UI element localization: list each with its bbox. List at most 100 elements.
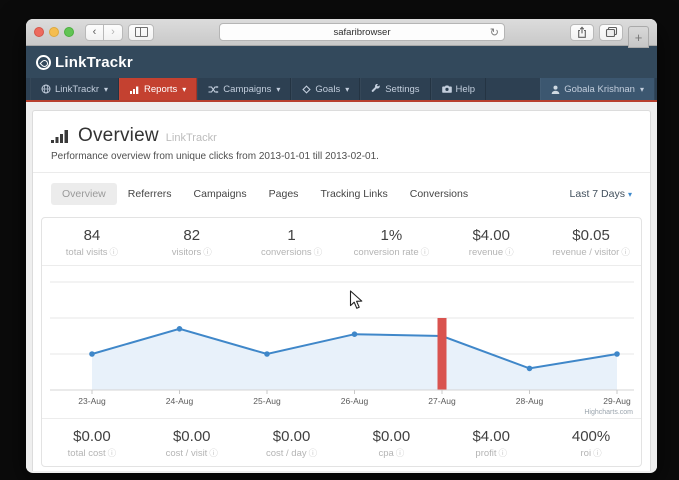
data-point-24-Aug[interactable] <box>177 326 183 332</box>
info-icon[interactable]: ⓘ <box>621 248 630 257</box>
report-tabs: OverviewReferrersCampaignsPagesTracking … <box>33 173 650 213</box>
info-icon[interactable]: ⓘ <box>421 248 430 257</box>
reload-icon[interactable]: ↻ <box>490 26 499 39</box>
nav-item-label: LinkTrackr <box>55 84 99 95</box>
clicks-chart[interactable]: 23-Aug24-Aug25-Aug26-Aug27-Aug28-Aug29-A… <box>42 266 641 418</box>
stat-label: total visitsⓘ <box>42 247 142 258</box>
stat-value: $4.00 <box>441 227 541 244</box>
date-range-label: Last 7 Days <box>570 188 625 200</box>
traffic-lights <box>34 27 74 37</box>
page-header: Overview LinkTrackr Performance overview… <box>33 111 650 173</box>
stat-cost-visit: $0.00 cost / visitⓘ <box>142 428 242 459</box>
chart-credit[interactable]: Highcharts.com <box>584 409 633 416</box>
tab-campaigns[interactable]: Campaigns <box>183 183 258 205</box>
browser-toolbar: ‹ › safaribrowser ↻ + <box>26 19 657 46</box>
nav-item-label: Goals <box>315 84 340 95</box>
nav-item-label: Campaigns <box>223 84 271 95</box>
stat-cost-day: $0.00 cost / dayⓘ <box>242 428 342 459</box>
tab-overview[interactable]: Overview <box>51 183 117 205</box>
info-icon[interactable]: ⓘ <box>505 248 514 257</box>
data-point-25-Aug[interactable] <box>264 351 270 357</box>
stat-label: cost / visitⓘ <box>142 448 242 459</box>
x-axis-label: 23-Aug <box>78 396 106 406</box>
chevron-down-icon: ▾ <box>182 85 186 94</box>
user-menu[interactable]: Gobala Krishnan▾ <box>540 78 655 100</box>
stat-value: $4.00 <box>441 428 541 445</box>
bar-chart-icon <box>51 129 71 144</box>
nav-item-campaigns[interactable]: Campaigns ▾ <box>197 78 291 100</box>
date-range-dropdown[interactable]: Last 7 Days ▾ <box>570 188 632 200</box>
stat-value: $0.00 <box>142 428 242 445</box>
tab-overview-button[interactable] <box>599 24 623 41</box>
tab-pages[interactable]: Pages <box>258 183 310 205</box>
info-icon[interactable]: ⓘ <box>309 449 318 458</box>
stats-row-bottom: $0.00total costⓘ$0.00cost / visitⓘ$0.00c… <box>42 419 641 466</box>
close-window-button[interactable] <box>34 27 44 37</box>
page-subtitle: Performance overview from unique clicks … <box>51 151 632 162</box>
back-button[interactable]: ‹ <box>85 24 104 41</box>
info-icon[interactable]: ⓘ <box>203 248 212 257</box>
stat-label: revenueⓘ <box>441 247 541 258</box>
screenshot-root: { "browser": { "url_text": "safaribrowse… <box>0 0 679 480</box>
forward-button[interactable]: › <box>104 24 123 41</box>
nav-item-settings[interactable]: Settings <box>360 78 430 100</box>
tab-referrers[interactable]: Referrers <box>117 183 183 205</box>
info-icon[interactable]: ⓘ <box>314 248 323 257</box>
stat-visitors: 82visitorsⓘ <box>142 227 242 258</box>
data-point-29-Aug[interactable] <box>614 351 620 357</box>
info-icon[interactable]: ⓘ <box>499 449 508 458</box>
shuffle-icon <box>208 85 219 94</box>
chevron-down-icon: ▾ <box>628 190 632 199</box>
stat-total-cost: $0.00total costⓘ <box>42 428 142 459</box>
info-icon[interactable]: ⓘ <box>396 449 405 458</box>
stat-label: cpaⓘ <box>341 448 441 459</box>
stats-card: 84 total visitsⓘ82visitorsⓘ1 conversionsⓘ1… <box>41 217 642 467</box>
zoom-window-button[interactable] <box>64 27 74 37</box>
page-background: Overview LinkTrackr Performance overview… <box>26 102 657 471</box>
stat-profit: $4.00profitⓘ <box>441 428 541 459</box>
x-axis-label: 26-Aug <box>341 396 369 406</box>
info-icon[interactable]: ⓘ <box>209 449 218 458</box>
nav-item-linktrackr[interactable]: LinkTrackr ▾ <box>30 78 119 100</box>
x-axis-label: 25-Aug <box>253 396 281 406</box>
minimize-window-button[interactable] <box>49 27 59 37</box>
stat-value: 84 <box>42 227 142 244</box>
camera-icon <box>442 85 452 93</box>
stat-value: 1 <box>242 227 342 244</box>
data-point-23-Aug[interactable] <box>89 351 95 357</box>
plus-icon: + <box>635 30 643 45</box>
stat-conversions: 1 conversionsⓘ <box>242 227 342 258</box>
info-icon[interactable]: ⓘ <box>110 248 119 257</box>
tab-conversions[interactable]: Conversions <box>399 183 479 205</box>
nav-item-reports[interactable]: Reports▾ <box>119 78 197 100</box>
new-tab-button[interactable]: + <box>628 26 649 48</box>
highlight-column-27-Aug[interactable] <box>438 318 447 390</box>
x-axis-label: 27-Aug <box>428 396 456 406</box>
tab-tracking-links[interactable]: Tracking Links <box>309 183 398 205</box>
chevron-down-icon: ▾ <box>276 85 280 94</box>
stat-label: revenue / visitorⓘ <box>541 247 641 258</box>
data-point-26-Aug[interactable] <box>352 331 358 337</box>
stat-label: roiⓘ <box>541 448 641 459</box>
address-bar[interactable]: safaribrowser ↻ <box>219 23 505 41</box>
stat-label: total costⓘ <box>42 448 142 459</box>
stat-value: $0.00 <box>242 428 342 445</box>
sidebar-icon <box>135 27 148 37</box>
history-nav: ‹ › <box>85 24 123 41</box>
stat-label: conversionsⓘ <box>242 247 342 258</box>
nav-item-goals[interactable]: Goals▾ <box>291 78 360 100</box>
linktrackr-logo[interactable]: LinkTrackr <box>36 54 133 71</box>
user-name: Gobala Krishnan <box>564 84 635 95</box>
nav-item-label: Help <box>456 84 476 95</box>
data-point-28-Aug[interactable] <box>527 366 533 372</box>
chevron-down-icon: ▾ <box>104 85 108 94</box>
share-button[interactable] <box>570 24 594 41</box>
stat-label: visitorsⓘ <box>142 247 242 258</box>
nav-item-help[interactable]: Help <box>431 78 487 100</box>
stat-value: 400% <box>541 428 641 445</box>
info-icon[interactable]: ⓘ <box>108 449 117 458</box>
linktrackr-logo-icon <box>36 55 51 70</box>
info-icon[interactable]: ⓘ <box>593 449 602 458</box>
stat-label: cost / dayⓘ <box>242 448 342 459</box>
sidebar-button[interactable] <box>128 24 154 41</box>
